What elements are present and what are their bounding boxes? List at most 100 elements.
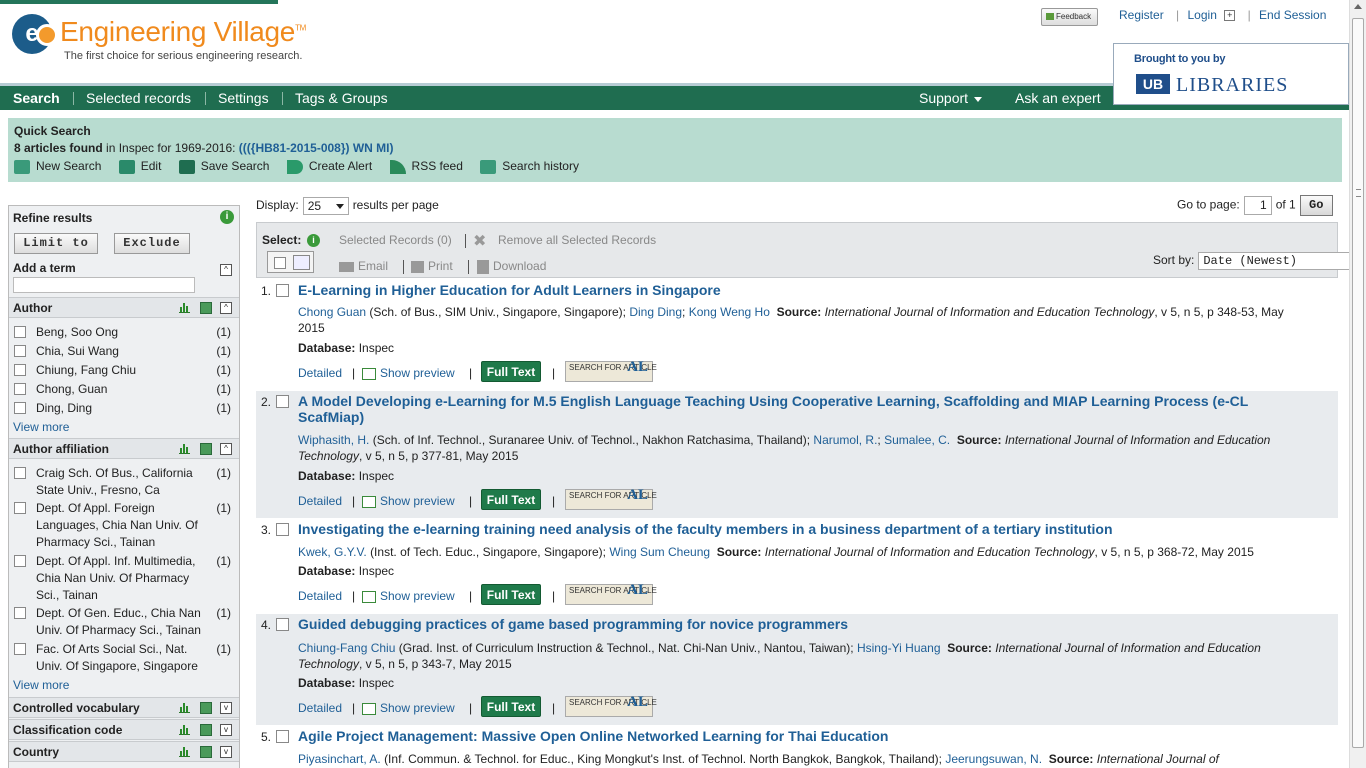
nav-tags-groups[interactable]: Tags & Groups xyxy=(295,90,388,106)
register-link[interactable]: Register xyxy=(1119,8,1164,22)
show-preview-link[interactable]: Show preview xyxy=(362,366,455,380)
author-link[interactable]: Narumol, R. xyxy=(813,433,877,447)
record-checkbox[interactable] xyxy=(276,284,289,297)
author-link[interactable]: Wiphasith, H. xyxy=(298,433,369,447)
affiliation-facet-header[interactable]: Author affiliation ^ xyxy=(9,438,239,459)
record-title-link[interactable]: Investigating the e-learning training ne… xyxy=(298,521,1288,537)
scrollbar-thumb[interactable] xyxy=(1352,18,1364,748)
detailed-link[interactable]: Detailed xyxy=(298,589,342,603)
feedback-button[interactable]: Feedback xyxy=(1041,8,1098,26)
record-checkbox[interactable] xyxy=(276,523,289,536)
new-search-button[interactable]: New Search xyxy=(14,159,101,174)
select-all-control[interactable] xyxy=(267,251,314,273)
record-title-link[interactable]: E-Learning in Higher Education for Adult… xyxy=(298,282,1288,298)
expand-icon[interactable]: v xyxy=(220,746,232,758)
download-icon[interactable] xyxy=(200,302,212,314)
results-per-page-select[interactable]: 25 xyxy=(302,197,349,215)
institution-banner[interactable]: Brought to you by UB LIBRARIES xyxy=(1113,43,1349,105)
author-link[interactable]: Kwek, G.Y.V. xyxy=(298,545,367,559)
email-button[interactable]: Email xyxy=(339,259,388,273)
add-term-input[interactable] xyxy=(13,277,195,293)
author-link[interactable]: Wing Sum Cheung xyxy=(609,545,710,559)
detailed-link[interactable]: Detailed xyxy=(298,366,342,380)
search-for-article-button[interactable]: SEARCH FOR ARTICLE AL xyxy=(565,695,657,717)
collapse-icon[interactable]: ^ xyxy=(220,443,232,455)
search-query-link[interactable]: ((({HB81-2015-008}) WN MI) xyxy=(239,141,394,155)
record-checkbox[interactable] xyxy=(276,730,289,743)
author-link[interactable]: Hsing-Yi Huang xyxy=(857,641,941,655)
info-icon[interactable]: i xyxy=(220,210,234,224)
save-search-button[interactable]: Save Search xyxy=(178,159,269,174)
author-link[interactable]: Sumalee, C. xyxy=(884,433,950,447)
edit-search-button[interactable]: Edit xyxy=(118,159,161,174)
download-icon[interactable] xyxy=(200,702,212,714)
page-number-input[interactable]: 1 xyxy=(1243,196,1272,215)
facet-checkbox[interactable] xyxy=(14,467,26,479)
end-session-link[interactable]: End Session xyxy=(1259,8,1326,22)
facet-checkbox[interactable] xyxy=(14,364,26,376)
author-link[interactable]: Jeerungsuwan, N. xyxy=(945,752,1042,766)
author-view-more-link[interactable]: View more xyxy=(13,420,69,434)
detailed-link[interactable]: Detailed xyxy=(298,494,342,508)
full-text-button[interactable]: Full Text xyxy=(481,696,541,717)
facet-checkbox[interactable] xyxy=(14,502,26,514)
expand-icon[interactable]: v xyxy=(220,724,232,736)
show-preview-link[interactable]: Show preview xyxy=(362,701,455,715)
author-link[interactable]: Kong Weng Ho xyxy=(689,305,770,319)
go-button[interactable]: Go xyxy=(1299,195,1333,216)
engineering-village-logo[interactable]: e Engineering VillageTM The first choice… xyxy=(10,12,330,68)
record-title-link[interactable]: A Model Developing e-Learning for M.5 En… xyxy=(298,393,1268,425)
download-icon[interactable] xyxy=(200,746,212,758)
facet-checkbox[interactable] xyxy=(14,383,26,395)
download-icon[interactable] xyxy=(200,443,212,455)
search-for-article-button[interactable]: SEARCH FOR ARTICLE AL xyxy=(565,488,657,510)
nav-support[interactable]: Support xyxy=(919,90,983,106)
affiliation-view-more-link[interactable]: View more xyxy=(13,678,69,692)
author-link[interactable]: Piyasinchart, A. xyxy=(298,752,381,766)
author-facet-header[interactable]: Author ^ xyxy=(9,297,239,318)
info-icon[interactable]: i xyxy=(307,234,320,247)
select-all-checkbox[interactable] xyxy=(274,257,286,269)
expand-login-icon[interactable]: + xyxy=(1224,10,1236,22)
controlled-vocabulary-header[interactable]: Controlled vocabulary v xyxy=(9,697,239,718)
download-icon[interactable] xyxy=(200,724,212,736)
download-button[interactable]: Download xyxy=(477,259,546,274)
collapse-icon[interactable]: ^ xyxy=(220,264,232,276)
login-link[interactable]: Login xyxy=(1188,8,1217,22)
facet-checkbox[interactable] xyxy=(14,555,26,567)
full-text-button[interactable]: Full Text xyxy=(481,361,541,382)
author-link[interactable]: Chiung-Fang Chiu xyxy=(298,641,395,655)
facet-checkbox[interactable] xyxy=(14,345,26,357)
chart-icon[interactable] xyxy=(179,703,190,713)
record-checkbox[interactable] xyxy=(276,618,289,631)
record-checkbox[interactable] xyxy=(276,395,289,408)
rss-feed-button[interactable]: RSS feed xyxy=(389,159,463,174)
nav-settings[interactable]: Settings xyxy=(218,90,269,106)
show-preview-link[interactable]: Show preview xyxy=(362,589,455,603)
select-dropdown-icon[interactable] xyxy=(293,255,310,270)
exclude-button[interactable]: Exclude xyxy=(114,233,190,254)
classification-code-header[interactable]: Classification code v xyxy=(9,719,239,740)
sort-select[interactable]: Date (Newest) xyxy=(1198,252,1366,270)
nav-search[interactable]: Search xyxy=(13,90,60,106)
chart-icon[interactable] xyxy=(179,725,190,735)
chart-icon[interactable] xyxy=(179,747,190,757)
search-for-article-button[interactable]: SEARCH FOR ARTICLE AL xyxy=(565,583,657,605)
facet-checkbox[interactable] xyxy=(14,607,26,619)
record-title-link[interactable]: Guided debugging practices of game based… xyxy=(298,616,1288,632)
facet-checkbox[interactable] xyxy=(14,326,26,338)
limit-to-button[interactable]: Limit to xyxy=(14,233,98,254)
record-title-link[interactable]: Agile Project Management: Massive Open O… xyxy=(298,728,1288,744)
remove-all-link[interactable]: Remove all Selected Records xyxy=(498,233,656,247)
create-alert-button[interactable]: Create Alert xyxy=(286,159,372,174)
detailed-link[interactable]: Detailed xyxy=(298,701,342,715)
expand-icon[interactable]: v xyxy=(220,702,232,714)
selected-records-link[interactable]: Selected Records (0) xyxy=(339,233,452,247)
author-link[interactable]: Chong Guan xyxy=(298,305,366,319)
print-button[interactable]: Print xyxy=(411,259,453,273)
full-text-button[interactable]: Full Text xyxy=(481,489,541,510)
search-for-article-button[interactable]: SEARCH FOR ARTICLE AL xyxy=(565,360,657,382)
nav-selected-records[interactable]: Selected records xyxy=(86,90,191,106)
full-text-button[interactable]: Full Text xyxy=(481,584,541,605)
nav-ask-expert[interactable]: Ask an expert xyxy=(1015,90,1101,106)
